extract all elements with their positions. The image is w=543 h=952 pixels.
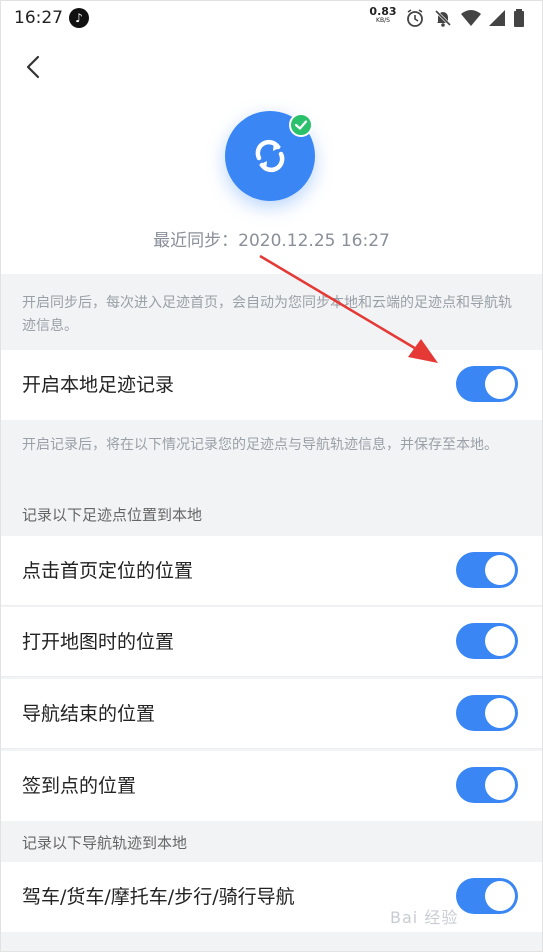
point-row: 点击首页定位的位置 [0, 536, 543, 606]
local-record-row: 开启本地足迹记录 [0, 350, 543, 420]
status-time: 16:27 [14, 8, 63, 28]
point-row: 签到点的位置 [0, 751, 543, 821]
local-record-toggle[interactable] [456, 366, 518, 402]
divider [0, 748, 543, 749]
track-row-label: 驾车/货车/摩托车/步行/骑行导航 [22, 886, 295, 908]
network-speed-unit: KB/S [376, 17, 390, 24]
network-speed-value: 0.83 [369, 5, 397, 18]
point-toggle-open-map[interactable] [456, 623, 518, 659]
section-title-tracks: 记录以下导航轨迹到本地 [22, 834, 188, 852]
point-toggle-home-locate[interactable] [456, 552, 518, 588]
toggle-knob [485, 698, 515, 728]
point-row: 导航结束的位置 [0, 679, 543, 749]
record-description: 开启记录后，将在以下情况记录您的足迹点与导航轨迹信息，并保存至本地。 [22, 437, 498, 453]
local-record-label: 开启本地足迹记录 [22, 374, 175, 396]
section-title-points: 记录以下足迹点位置到本地 [22, 506, 203, 524]
sync-header: 最近同步：2020.12.25 16:27 [0, 36, 543, 274]
check-icon [289, 113, 313, 137]
toggle-knob [485, 626, 515, 656]
track-toggle-navigation[interactable] [456, 878, 518, 914]
bell-off-icon [434, 9, 452, 27]
toggle-knob [485, 881, 515, 911]
wifi-icon [461, 10, 481, 26]
track-row: 驾车/货车/摩托车/步行/骑行导航 [0, 862, 543, 932]
toggle-knob [485, 369, 515, 399]
status-bar: 16:27 ♪ 0.83 KB/S [0, 0, 543, 36]
alarm-icon [407, 9, 423, 27]
back-icon[interactable] [22, 52, 46, 82]
point-row-label: 点击首页定位的位置 [22, 560, 194, 582]
tiktok-icon: ♪ [69, 8, 89, 28]
network-speed: 0.83 KB/S [368, 6, 398, 24]
point-row-label: 签到点的位置 [22, 775, 137, 797]
point-row-label: 导航结束的位置 [22, 703, 156, 725]
signal-icon [489, 10, 505, 26]
divider [0, 676, 543, 677]
last-sync-time: 最近同步：2020.12.25 16:27 [153, 231, 390, 251]
sync-description: 开启同步后，每次进入足迹首页，会自动为您同步本地和云端的足迹点和导航轨迹信息。 [22, 295, 512, 334]
toggle-knob [485, 770, 515, 800]
divider [0, 605, 543, 606]
point-toggle-checkin[interactable] [456, 767, 518, 803]
point-row-label: 打开地图时的位置 [22, 631, 175, 653]
toggle-knob [485, 555, 515, 585]
point-row: 打开地图时的位置 [0, 607, 543, 677]
watermark: Bai 经验 [390, 908, 459, 927]
point-toggle-nav-end[interactable] [456, 695, 518, 731]
battery-icon [514, 9, 524, 27]
